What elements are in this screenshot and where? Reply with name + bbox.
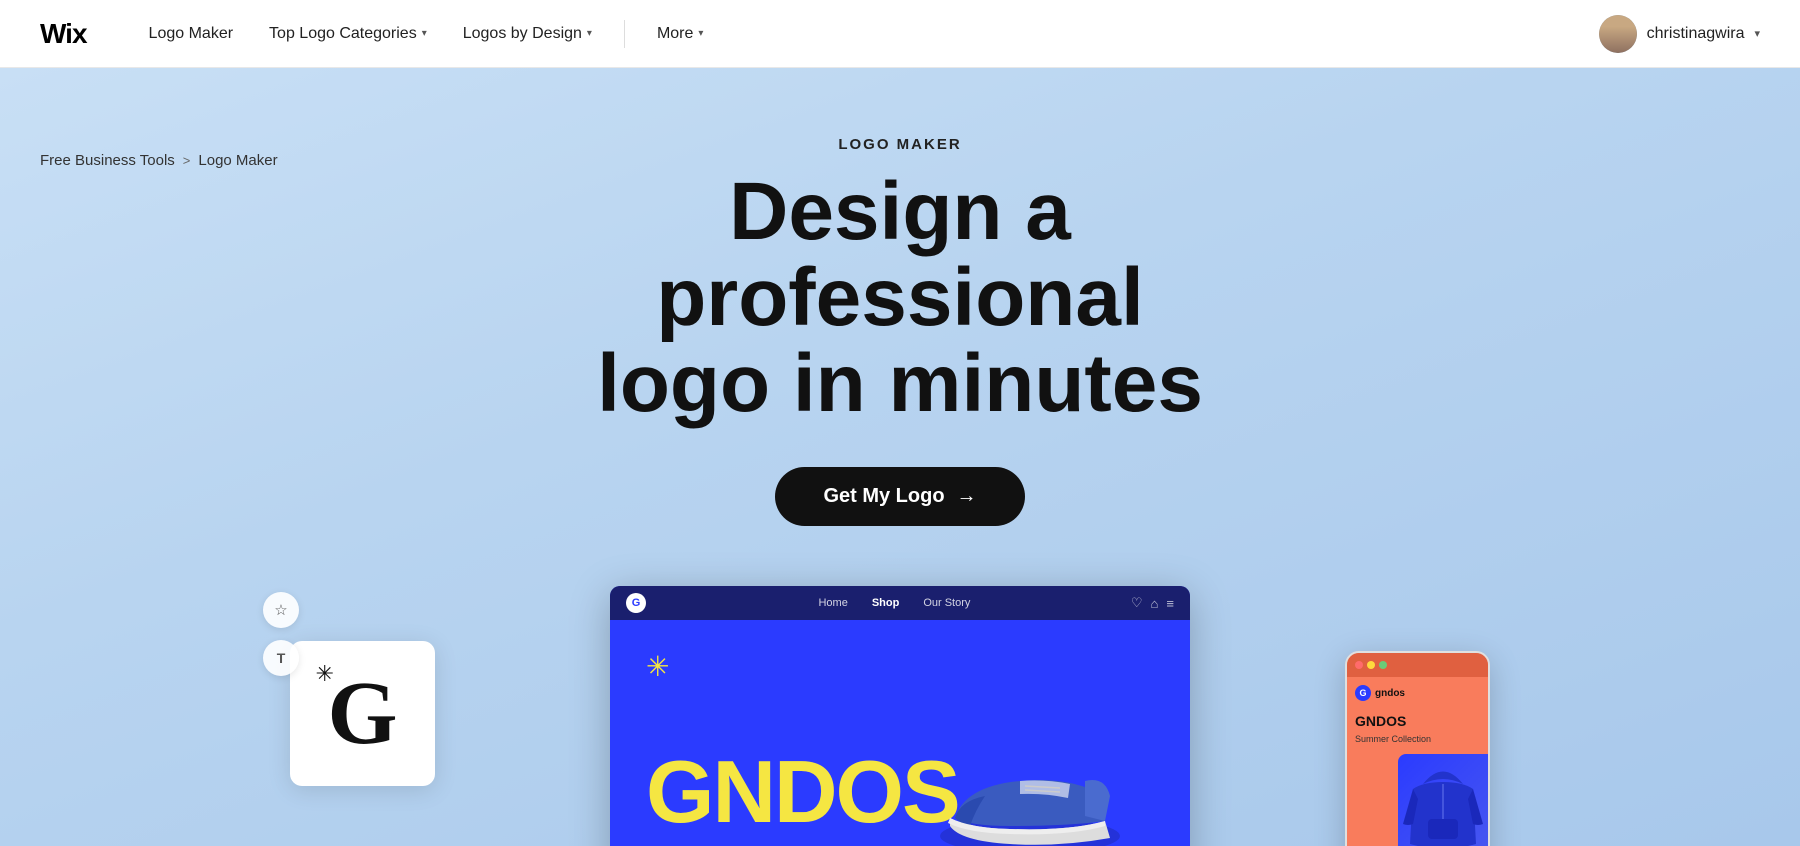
home-icon: ⌂	[1151, 596, 1159, 611]
wix-logo[interactable]: Wix	[40, 18, 87, 50]
hero-title-line1: Design a professional	[656, 166, 1144, 343]
browser-brand-text: GNDOS	[646, 748, 959, 836]
hero-section: Free Business Tools > Logo Maker LOGO MA…	[0, 68, 1800, 846]
chevron-down-icon: ▾	[587, 28, 592, 39]
get-my-logo-button[interactable]: Get My Logo →	[775, 467, 1024, 526]
logo-preview-card: ✳ G	[290, 641, 435, 786]
nav-menu: Logo Maker Top Logo Categories ▾ Logos b…	[135, 17, 1599, 51]
phone-brand-name: gndos	[1375, 688, 1405, 699]
close-button-decoration	[1355, 661, 1363, 669]
browser-content: ✳ GNDOS	[610, 620, 1190, 846]
hero-title-line2: logo in minutes	[597, 338, 1203, 429]
nav-item-more[interactable]: More ▾	[643, 17, 717, 51]
browser-nav: Home Shop Our Story	[658, 597, 1131, 609]
nav-label-top-logo-categories: Top Logo Categories	[269, 25, 417, 43]
arrow-icon: →	[957, 485, 977, 508]
nav-item-top-logo-categories[interactable]: Top Logo Categories ▾	[255, 17, 441, 51]
breadcrumb-logo-maker: Logo Maker	[198, 152, 277, 169]
avatar	[1599, 15, 1637, 53]
phone-brand-header: G gndos	[1347, 677, 1488, 709]
nav-item-logos-by-design[interactable]: Logos by Design ▾	[449, 17, 606, 51]
chevron-down-icon: ▾	[1754, 27, 1760, 40]
nav-label-logo-maker: Logo Maker	[149, 25, 234, 43]
shoe-illustration	[930, 726, 1130, 846]
cta-label: Get My Logo	[823, 485, 944, 508]
browser-logo-letter: G	[632, 597, 641, 609]
hero-eyebrow-label: LOGO MAKER	[838, 136, 961, 153]
text-icon-button[interactable]: T	[263, 640, 299, 676]
text-icon: T	[277, 650, 286, 666]
user-name: christinagwira	[1647, 25, 1745, 43]
phone-logo-letter: G	[1359, 688, 1366, 698]
browser-nav-shop: Shop	[872, 597, 900, 609]
browser-nav-home: Home	[818, 597, 847, 609]
browser-logo: G	[626, 593, 646, 613]
phone-product-image	[1398, 754, 1488, 846]
heart-icon: ♡	[1131, 595, 1143, 611]
chevron-down-icon: ▾	[422, 28, 427, 39]
browser-mockup: G Home Shop Our Story ♡ ⌂ ≡ ✳ GNDOS	[610, 586, 1190, 846]
hero-title: Design a professional logo in minutes	[520, 169, 1280, 427]
user-menu[interactable]: christinagwira ▾	[1599, 15, 1760, 53]
browser-action-icons: ♡ ⌂ ≡	[1131, 595, 1174, 611]
nav-divider	[624, 20, 625, 48]
maximize-button-decoration	[1379, 661, 1387, 669]
phone-product-title: GNDOS	[1355, 713, 1480, 730]
chevron-down-icon: ▾	[698, 28, 703, 39]
phone-title-bar	[1347, 653, 1488, 677]
breadcrumb: Free Business Tools > Logo Maker	[40, 152, 278, 169]
star-icon-button[interactable]: ☆	[263, 592, 299, 628]
nav-label-logos-by-design: Logos by Design	[463, 25, 582, 43]
breadcrumb-free-business-tools[interactable]: Free Business Tools	[40, 152, 175, 169]
menu-icon: ≡	[1166, 596, 1174, 611]
star-icon: ☆	[274, 601, 287, 619]
phone-content-area: GNDOS Summer Collection	[1347, 709, 1488, 748]
avatar-image	[1599, 15, 1637, 53]
breadcrumb-separator: >	[183, 153, 191, 168]
logo-letter-container: ✳ G	[327, 669, 397, 759]
phone-logo-circle: G	[1355, 685, 1371, 701]
phone-mockup: G gndos GNDOS Summer Collection	[1345, 651, 1490, 846]
browser-toolbar: G Home Shop Our Story ♡ ⌂ ≡	[610, 586, 1190, 620]
phone-product-subtitle: Summer Collection	[1355, 734, 1480, 744]
nav-label-more: More	[657, 25, 693, 43]
browser-nav-story: Our Story	[923, 597, 970, 609]
hoodie-svg	[1398, 754, 1488, 846]
nav-item-logo-maker[interactable]: Logo Maker	[135, 17, 248, 51]
browser-star-decoration: ✳	[646, 650, 669, 683]
logo-letter: G	[327, 664, 397, 763]
navbar: Wix Logo Maker Top Logo Categories ▾ Log…	[0, 0, 1800, 68]
minimize-button-decoration	[1367, 661, 1375, 669]
